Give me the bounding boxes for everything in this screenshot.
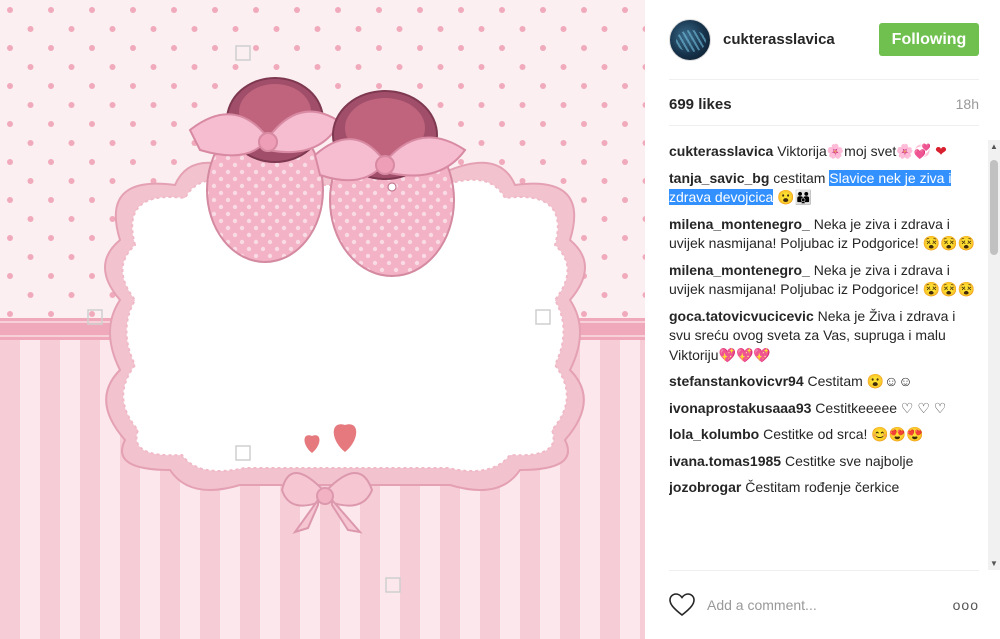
more-options-icon[interactable]: ooo	[953, 597, 979, 613]
comment-text: Čestitam rođenje čerkice	[745, 479, 900, 495]
comment-item: lola_kolumbo Cestitke od srca! 😊😍😍	[669, 425, 981, 445]
comment-username[interactable]: tanja_savic_bg	[669, 170, 769, 186]
comment-username[interactable]: ivana.tomas1985	[669, 453, 781, 469]
comment-text: Cestitke od srca! 😊😍😍	[763, 426, 924, 442]
post-author-username[interactable]: cukterasslavica	[723, 31, 879, 48]
comment-text: cestitam	[773, 169, 826, 186]
comment-list: cukterasslavica Viktorija🌸moj svet🌸💞 ❤ t…	[669, 142, 981, 570]
post-timestamp[interactable]: 18h	[956, 96, 979, 112]
heart-emoji: ❤	[935, 143, 947, 159]
comment-item: cukterasslavica Viktorija🌸moj svet🌸💞 ❤	[669, 142, 981, 162]
comment-text: Cestitke sve najbolje	[784, 452, 914, 469]
scroll-thumb[interactable]	[990, 160, 998, 255]
comment-text: Viktorija🌸moj svet🌸💞	[777, 143, 932, 159]
comment-item: goca.tatovicvucicevic Neka je Živa i zdr…	[669, 307, 981, 366]
likes-count[interactable]: 699 likes	[669, 96, 732, 113]
comment-item: ivonaprostakusaaa93 Cestitkeeeee ♡ ♡ ♡	[669, 399, 981, 419]
following-button[interactable]: Following	[879, 23, 979, 56]
comment-item: milena_montenegro_ Neka je ziva i zdrava…	[669, 215, 981, 254]
comment-input[interactable]	[707, 597, 953, 613]
comment-username[interactable]: lola_kolumbo	[669, 426, 759, 442]
post-header: cukterasslavica Following	[669, 0, 979, 80]
avatar[interactable]	[669, 18, 711, 61]
comment-text: Cestitam 😮☺☺	[807, 373, 913, 389]
comment-item: milena_montenegro_ Neka je ziva i zdrava…	[669, 261, 981, 300]
comment-item: tanja_savic_bg cestitam Slavice nek je z…	[669, 169, 981, 208]
comment-username[interactable]: ivonaprostakusaaa93	[669, 400, 811, 416]
comment-item: jozobrogar Čestitam rođenje čerkice	[669, 478, 981, 498]
comment-text: Cestitkeeeee ♡ ♡ ♡	[815, 399, 947, 416]
comment-username[interactable]: milena_montenegro_	[669, 216, 810, 232]
comment-username[interactable]: goca.tatovicvucicevic	[669, 308, 814, 324]
comment-username[interactable]: stefanstankovicvr94	[669, 373, 804, 389]
baby-shoes-illustration	[0, 0, 645, 639]
comment-item: ivana.tomas1985 Cestitke sve najbolje	[669, 452, 981, 472]
comment-emoji: 😮👪	[777, 189, 813, 205]
comment-username[interactable]: milena_montenegro_	[669, 262, 810, 278]
post-image	[0, 0, 645, 639]
scroll-up-icon[interactable]: ▲	[990, 142, 998, 151]
scroll-down-icon[interactable]: ▼	[990, 559, 998, 568]
comments-scrollbar[interactable]: ▲ ▼	[988, 140, 1000, 570]
heart-outline-icon[interactable]	[669, 593, 695, 617]
comment-username[interactable]: jozobrogar	[669, 479, 741, 495]
comment-username[interactable]: cukterasslavica	[669, 143, 773, 159]
add-comment-bar: ooo	[669, 570, 979, 639]
comment-item: stefanstankovicvr94 Cestitam 😮☺☺	[669, 372, 981, 392]
likes-row: 699 likes 18h	[669, 96, 979, 126]
